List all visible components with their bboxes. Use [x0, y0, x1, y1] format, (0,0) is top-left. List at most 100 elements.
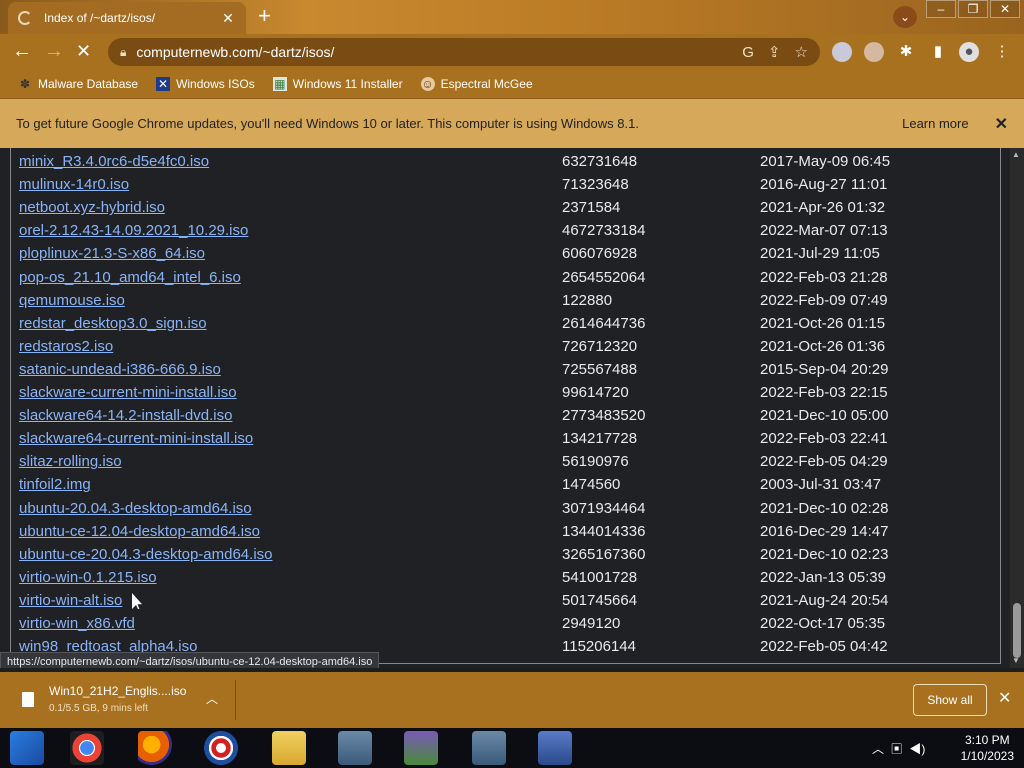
google-icon[interactable]: G — [742, 44, 754, 61]
back-arrow-icon[interactable]: ← — [12, 41, 32, 61]
bookmarks-bar: ✽ Malware Database ✕ Windows ISOs ▦ Wind… — [0, 70, 1024, 98]
file-date: 2022-Jan-13 05:39 — [760, 568, 886, 586]
scroll-down-arrow-icon[interactable]: ▼ — [1012, 656, 1020, 665]
file-link[interactable]: minix_R3.4.0rc6-d5e4fc0.iso — [19, 152, 209, 172]
download-item[interactable]: Win10_21H2_Englis....iso 0.1/5.5 GB, 9 m… — [18, 680, 236, 720]
file-link[interactable]: orel-2.12.43-14.09.2021_10.29.iso — [19, 221, 248, 241]
infobar-close-icon[interactable]: ✕ — [995, 114, 1008, 134]
bookmark-espectral-mcgee[interactable]: ☺ Espectral McGee — [420, 77, 533, 91]
file-link[interactable]: ubuntu-20.04.3-desktop-amd64.iso — [19, 499, 252, 519]
bookmark-malware-database[interactable]: ✽ Malware Database — [18, 77, 138, 91]
lock-icon[interactable]: 🔒︎ — [120, 45, 126, 60]
profile-icon[interactable]: ● — [959, 42, 979, 62]
file-date: 2017-May-09 06:45 — [760, 153, 891, 170]
file-link[interactable]: tinfoil2.img — [19, 475, 91, 495]
file-date: 2016-Dec-29 14:47 — [760, 522, 889, 540]
file-link[interactable]: qemumouse.iso — [19, 291, 125, 311]
file-size: 2371584 — [562, 199, 621, 217]
stop-loading-icon[interactable]: ✕ — [76, 41, 91, 61]
obama-taskbar-icon[interactable] — [204, 731, 238, 765]
file-size: 2614644736 — [562, 314, 646, 332]
file-date: 2022-Feb-03 21:28 — [760, 268, 888, 286]
extension-avatar-icon[interactable] — [864, 42, 884, 62]
firefox-taskbar-icon[interactable] — [138, 731, 172, 765]
system-tray-icons[interactable]: ︿ ▣ ◀) — [872, 740, 925, 757]
scroll-up-arrow-icon[interactable]: ▲ — [1012, 150, 1020, 159]
file-size: 1474560 — [562, 476, 621, 494]
file-date: 2022-Feb-03 22:41 — [760, 430, 888, 448]
page-content: minix_R3.4.0rc6-d5e4fc0.iso 632731648 2017… — [0, 148, 1024, 668]
file-size: 3071934464 — [562, 499, 646, 517]
table-row: orel-2.12.43-14.09.2021_10.29.iso 4672733… — [19, 221, 999, 243]
menu-kebab-icon[interactable]: ⋮ — [992, 42, 1012, 62]
file-date: 2021-Dec-10 02:23 — [760, 545, 889, 563]
file-link[interactable]: redstar_desktop3.0_sign.iso — [19, 314, 207, 334]
address-bar[interactable]: 🔒︎ computernewb.com/~dartz/isos/ G ⇪ ☆ — [108, 38, 820, 66]
table-row: satanic-undead-i386-666.9.iso 725567488 20… — [19, 360, 999, 382]
learn-more-link[interactable]: Learn more — [902, 116, 968, 131]
close-window-icon[interactable]: ✕ — [990, 0, 1020, 18]
scrollbar-thumb[interactable] — [1013, 603, 1021, 658]
table-row: virtio-win-0.1.215.iso 541001728 2022-Jan-… — [19, 568, 999, 590]
table-row: netboot.xyz-hybrid.iso 2371584 2021-Apr-26… — [19, 198, 999, 220]
file-link[interactable]: ploplinux-21.3-S-x86_64.iso — [19, 244, 205, 264]
new-tab-icon[interactable]: + — [258, 5, 271, 27]
table-row: slackware64-14.2-install-dvd.iso 27734835… — [19, 406, 999, 428]
table-row: slitaz-rolling.iso 56190976 2022-Feb-05 04… — [19, 452, 999, 474]
file-link[interactable]: redstaros2.iso — [19, 337, 113, 357]
minimize-icon[interactable]: – — [926, 0, 956, 18]
table-row: slackware-current-mini-install.iso 996147… — [19, 383, 999, 405]
close-shelf-icon[interactable]: ✕ — [998, 688, 1011, 708]
file-link[interactable]: slackware64-14.2-install-dvd.iso — [19, 406, 232, 426]
file-date: 2021-Oct-26 01:36 — [760, 337, 886, 355]
file-link[interactable]: netboot.xyz-hybrid.iso — [19, 198, 165, 218]
bookmark-windows-isos[interactable]: ✕ Windows ISOs — [156, 77, 255, 91]
status-url-bubble: https://computernewb.com/~dartz/isos/ubu… — [0, 652, 380, 668]
remote-desktop-taskbar-icon[interactable] — [472, 731, 506, 765]
side-panel-icon[interactable]: ▮ — [928, 42, 948, 62]
tab-close-icon[interactable]: ✕ — [220, 10, 236, 27]
computer-taskbar-icon[interactable] — [538, 731, 572, 765]
file-size: 726712320 — [562, 337, 638, 355]
file-link[interactable]: pop-os_21.10_amd64_intel_6.iso — [19, 268, 241, 288]
file-link[interactable]: ubuntu-ce-12.04-desktop-amd64.iso — [19, 522, 260, 542]
extension-flag-icon[interactable] — [832, 42, 852, 62]
file-link[interactable]: ubuntu-ce-20.04.3-desktop-amd64.iso — [19, 545, 273, 565]
tab-active[interactable]: Index of /~dartz/isos/ ✕ — [8, 2, 246, 34]
bookmark-label: Malware Database — [38, 77, 139, 91]
file-link[interactable]: virtio-win_x86.vfd — [19, 614, 135, 634]
file-link[interactable]: slackware64-current-mini-install.iso — [19, 429, 253, 449]
clock-date: 1/10/2023 — [960, 749, 1014, 763]
url-text[interactable]: computernewb.com/~dartz/isos/ — [136, 44, 728, 60]
file-link[interactable]: virtio-win-alt.iso — [19, 591, 122, 611]
chevron-up-icon[interactable]: ︿ — [206, 690, 218, 707]
bookmark-windows-11-installer[interactable]: ▦ Windows 11 Installer — [272, 77, 403, 91]
bookmark-label: Windows 11 Installer — [292, 77, 403, 91]
clock[interactable]: 3:10 PM 1/10/2023 — [961, 732, 1014, 764]
share-icon[interactable]: ⇪ — [768, 43, 781, 61]
file-date: 2021-Aug-24 20:54 — [760, 591, 889, 609]
tab-search-chevron-icon[interactable]: ⌄ — [893, 6, 917, 28]
file-link[interactable]: virtio-win-0.1.215.iso — [19, 568, 157, 588]
people-taskbar-icon[interactable] — [404, 731, 438, 765]
file-size: 56190976 — [562, 453, 629, 471]
file-date: 2022-Oct-17 05:35 — [760, 615, 886, 632]
file-explorer-taskbar-icon[interactable] — [272, 731, 306, 765]
file-link[interactable]: satanic-undead-i386-666.9.iso — [19, 360, 221, 380]
bookmark-star-icon[interactable]: ☆ — [795, 43, 808, 61]
scrollbar[interactable]: ▲ ▼ — [1010, 148, 1024, 668]
forward-arrow-icon[interactable]: → — [44, 41, 64, 61]
file-date: 2016-Aug-27 11:01 — [760, 176, 888, 194]
file-link[interactable]: slitaz-rolling.iso — [19, 452, 122, 472]
network-connect-taskbar-icon[interactable] — [338, 731, 372, 765]
file-link[interactable]: slackware-current-mini-install.iso — [19, 383, 237, 403]
restore-icon[interactable]: ❐ — [958, 0, 988, 18]
extensions-puzzle-icon[interactable]: ✱ — [896, 42, 916, 62]
file-link[interactable]: mulinux-14r0.iso — [19, 175, 129, 195]
chrome-taskbar-icon[interactable] — [70, 731, 104, 765]
bug-icon: ✽ — [19, 77, 31, 91]
start-button-icon[interactable] — [10, 731, 44, 765]
table-row: ubuntu-ce-20.04.3-desktop-amd64.iso 32651… — [19, 545, 999, 567]
show-all-button[interactable]: Show all — [913, 684, 987, 716]
clock-time: 3:10 PM — [964, 733, 1010, 747]
